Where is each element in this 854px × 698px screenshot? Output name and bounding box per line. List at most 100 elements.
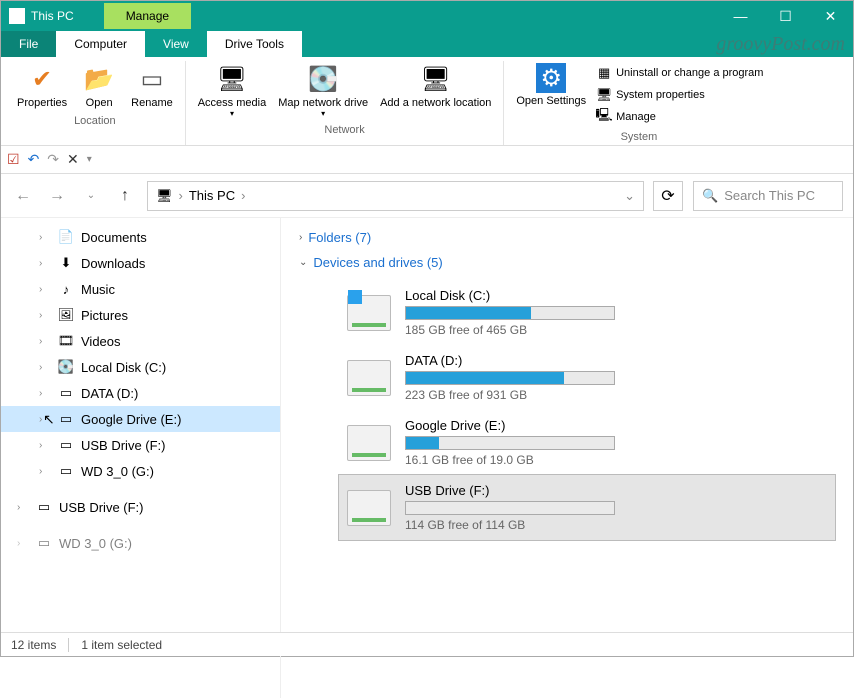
chevron-right-icon[interactable]: ›: [39, 362, 51, 373]
tree-item[interactable]: ›▭USB Drive (F:): [1, 432, 280, 458]
minimize-button[interactable]: —: [718, 1, 763, 31]
drive-item[interactable]: Google Drive (E:)16.1 GB free of 19.0 GB: [339, 410, 835, 475]
drive-item[interactable]: USB Drive (F:)114 GB free of 114 GB: [339, 475, 835, 540]
manage-button[interactable]: 🖳 Manage: [592, 107, 767, 127]
open-settings-button[interactable]: ⚙ Open Settings: [510, 61, 592, 127]
breadcrumb-root[interactable]: This PC: [189, 188, 235, 203]
group-label-network: Network: [324, 120, 364, 138]
tree-item[interactable]: ›▭Google Drive (E:)↖: [1, 406, 280, 432]
this-pc-icon: [9, 8, 25, 24]
breadcrumb-bar[interactable]: 🖥 › This PC › ⌄: [147, 181, 644, 211]
chevron-right-icon[interactable]: ›: [39, 440, 51, 451]
manage-context-tab[interactable]: Manage: [104, 3, 191, 29]
tree-item[interactable]: ›▭WD 3_0 (G:): [1, 458, 280, 484]
usage-bar: [405, 306, 615, 320]
drive-item[interactable]: Local Disk (C:)185 GB free of 465 GB: [339, 280, 835, 345]
chevron-right-icon[interactable]: ›: [39, 466, 51, 477]
chevron-down-icon: ⌄: [299, 257, 307, 268]
chevron-right-icon[interactable]: ›: [39, 232, 51, 243]
folders-group-header[interactable]: › Folders (7): [299, 230, 835, 245]
devices-group-header[interactable]: ⌄ Devices and drives (5): [299, 255, 835, 270]
ribbon-group-network: 🖥 Access media▾ 💽 Map network drive▾ 🖥 A…: [186, 61, 505, 145]
rename-button[interactable]: ▭ Rename: [125, 61, 179, 111]
item-icon: 🖼: [57, 307, 75, 323]
chevron-right-icon[interactable]: ›: [17, 502, 29, 513]
drive-icon: [347, 360, 391, 396]
address-row: ← → ⌄ ↑ 🖥 › This PC › ⌄ ⟳ 🔍 Search This …: [1, 174, 853, 218]
drive-icon: [347, 425, 391, 461]
maximize-button[interactable]: ☐: [763, 1, 808, 31]
tree-item[interactable]: ›🖼Pictures: [1, 302, 280, 328]
navigation-pane[interactable]: ›📄Documents›⬇Downloads›♪Music›🖼Pictures›…: [1, 218, 281, 698]
content-pane[interactable]: › Folders (7) ⌄ Devices and drives (5) L…: [281, 218, 853, 698]
qat-redo-icon[interactable]: ↷: [47, 151, 59, 168]
item-icon: 💽: [57, 359, 75, 375]
ribbon-group-location: ✔ Properties 📂 Open ▭ Rename Location: [5, 61, 186, 145]
close-button[interactable]: ✕: [808, 1, 853, 31]
tree-item-usb[interactable]: › ▭ USB Drive (F:): [1, 494, 280, 520]
qat-undo-icon[interactable]: ↶: [28, 151, 40, 168]
chevron-right-icon[interactable]: ›: [39, 310, 51, 321]
back-button[interactable]: ←: [11, 187, 35, 205]
recent-dropdown[interactable]: ⌄: [79, 190, 103, 201]
gear-icon: ⚙: [536, 63, 566, 93]
chevron-right-icon[interactable]: ›: [39, 258, 51, 269]
cursor-icon: ↖: [43, 411, 55, 428]
chevron-right-icon[interactable]: ›: [17, 538, 29, 549]
tab-computer[interactable]: Computer: [56, 31, 145, 57]
system-properties-button[interactable]: 🖥 System properties: [592, 85, 767, 105]
chevron-right-icon: ›: [299, 232, 302, 243]
chevron-right-icon: ›: [179, 188, 183, 203]
search-icon: 🔍: [702, 188, 718, 204]
add-network-location-button[interactable]: 🖥 Add a network location: [374, 61, 497, 120]
breadcrumb-dropdown-icon[interactable]: ⌄: [624, 188, 635, 204]
folder-open-icon: 📂: [83, 63, 115, 95]
drive-item[interactable]: DATA (D:)223 GB free of 931 GB: [339, 345, 835, 410]
tree-item[interactable]: ›📄Documents: [1, 224, 280, 250]
tree-item-label: DATA (D:): [81, 386, 138, 401]
tree-item-label: Music: [81, 282, 115, 297]
properties-button[interactable]: ✔ Properties: [11, 61, 73, 111]
search-placeholder: Search This PC: [724, 188, 815, 203]
checkmark-icon: ✔: [26, 63, 58, 95]
map-network-drive-button[interactable]: 💽 Map network drive▾: [272, 61, 374, 120]
manage-icon: 🖳: [596, 109, 612, 125]
tree-item[interactable]: › ♪ Music: [1, 276, 280, 302]
group-label-location: Location: [74, 111, 116, 129]
qat-dropdown-icon[interactable]: ▾: [87, 154, 92, 165]
tree-item[interactable]: › ▭ DATA (D:): [1, 380, 280, 406]
chevron-right-icon[interactable]: ›: [39, 336, 51, 347]
tree-item[interactable]: ›⬇Downloads: [1, 250, 280, 276]
chevron-right-icon[interactable]: ›: [39, 388, 51, 399]
refresh-button[interactable]: ⟳: [653, 181, 683, 211]
ribbon-group-system: ⚙ Open Settings ▦ Uninstall or change a …: [504, 61, 773, 145]
network-drive-icon: 💽: [307, 63, 339, 95]
open-button[interactable]: 📂 Open: [73, 61, 125, 111]
usage-bar: [405, 371, 615, 385]
tree-item-label: Documents: [81, 230, 147, 245]
access-media-button[interactable]: 🖥 Access media▾: [192, 61, 272, 120]
tree-item[interactable]: ›🎞Videos: [1, 328, 280, 354]
drive-icon: [347, 295, 391, 331]
qat-checkbox-icon[interactable]: ☑: [7, 151, 20, 168]
tab-view[interactable]: View: [145, 31, 207, 57]
tab-file[interactable]: File: [1, 31, 56, 57]
drive-icon: ▭: [35, 499, 53, 515]
drive-stat: 16.1 GB free of 19.0 GB: [405, 453, 827, 467]
item-icon: ▭: [57, 385, 75, 401]
chevron-right-icon[interactable]: ›: [39, 284, 51, 295]
uninstall-program-button[interactable]: ▦ Uninstall or change a program: [592, 63, 767, 83]
usage-bar: [405, 501, 615, 515]
drive-name: DATA (D:): [405, 353, 827, 368]
tab-drive-tools[interactable]: Drive Tools: [207, 31, 302, 57]
status-selected-count: 1 item selected: [81, 638, 162, 652]
tree-item-wd[interactable]: › ▭ WD 3_0 (G:): [1, 530, 280, 556]
qat-delete-icon[interactable]: ✕: [67, 151, 79, 168]
up-button[interactable]: ↑: [113, 187, 137, 205]
forward-button[interactable]: →: [45, 187, 69, 205]
tree-item[interactable]: ›💽Local Disk (C:): [1, 354, 280, 380]
drive-name: USB Drive (F:): [405, 483, 827, 498]
search-input[interactable]: 🔍 Search This PC: [693, 181, 843, 211]
item-icon: ♪: [57, 282, 75, 297]
drive-icon: ▭: [35, 535, 53, 551]
